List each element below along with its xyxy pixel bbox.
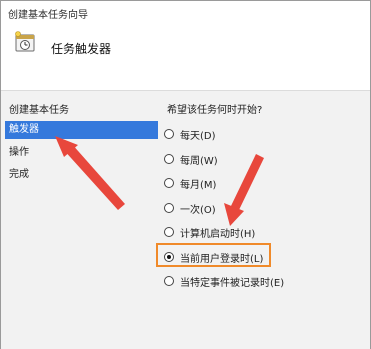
trigger-question: 希望该任务何时开始? bbox=[167, 105, 263, 116]
task-scheduler-icon bbox=[13, 30, 37, 54]
window-title: 创建基本任务向导 bbox=[8, 10, 88, 21]
option-weekly[interactable]: 每周(W) bbox=[164, 151, 218, 167]
step-trigger[interactable]: 触发器 bbox=[5, 121, 158, 139]
steps-panel: 创建基本任务 触发器 操作 完成 bbox=[1, 91, 161, 349]
radio-button[interactable] bbox=[164, 227, 174, 237]
option-monthly[interactable]: 每月(M) bbox=[164, 175, 216, 191]
option-label: 每天(D) bbox=[180, 130, 216, 142]
radio-button[interactable] bbox=[164, 276, 174, 286]
option-label: 一次(O) bbox=[180, 204, 216, 216]
option-computer-startup[interactable]: 计算机启动时(H) bbox=[164, 224, 255, 240]
wizard-body: 创建基本任务 触发器 操作 完成 希望该任务何时开始? 每天(D) 每周(W) … bbox=[1, 91, 370, 349]
option-label: 每周(W) bbox=[180, 155, 218, 167]
step-finish[interactable]: 完成 bbox=[9, 165, 29, 180]
page-title: 任务触发器 bbox=[51, 42, 112, 56]
option-once[interactable]: 一次(O) bbox=[164, 200, 216, 216]
option-event-logged[interactable]: 当特定事件被记录时(E) bbox=[164, 273, 284, 289]
highlight-box bbox=[156, 243, 271, 267]
radio-button[interactable] bbox=[164, 178, 174, 188]
radio-button[interactable] bbox=[164, 154, 174, 164]
wizard-header: 任务触发器 bbox=[1, 23, 370, 91]
option-label: 计算机启动时(H) bbox=[180, 228, 256, 240]
wizard-window: 创建基本任务向导 任务触发器 创建基本任务 触发器 操作 完成 希望该任务何时开… bbox=[0, 0, 371, 349]
step-action[interactable]: 操作 bbox=[9, 143, 29, 158]
steps-heading: 创建基本任务 bbox=[9, 105, 69, 116]
title-bar: 创建基本任务向导 bbox=[1, 1, 370, 23]
radio-button[interactable] bbox=[164, 129, 174, 139]
radio-button[interactable] bbox=[164, 203, 174, 213]
option-daily[interactable]: 每天(D) bbox=[164, 126, 216, 142]
option-label: 当特定事件被记录时(E) bbox=[180, 277, 285, 289]
option-label: 每月(M) bbox=[180, 179, 217, 191]
